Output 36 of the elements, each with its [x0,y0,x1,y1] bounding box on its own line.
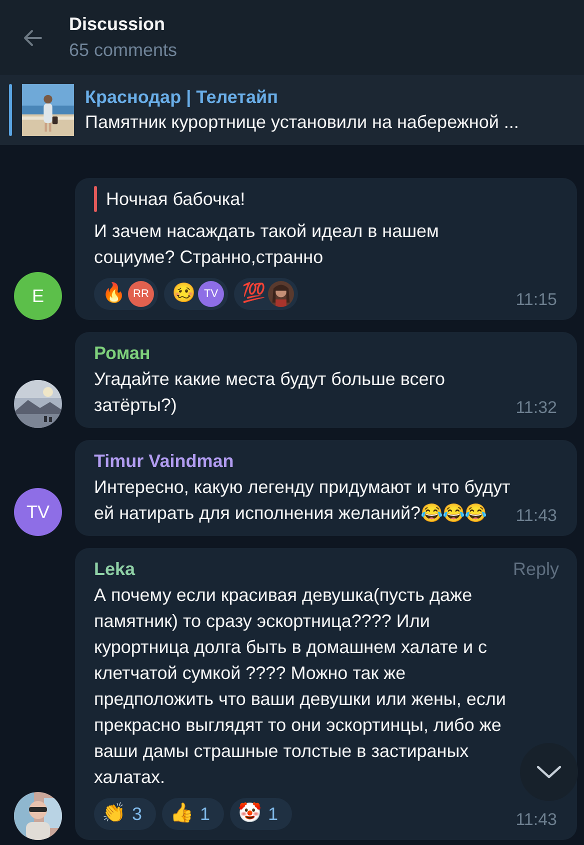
reaction-chip[interactable]: 💯 [234,278,298,310]
message-time: 11:15 [516,288,557,310]
window-title: Discussion [69,12,166,36]
reaction-emoji: 🥴 [172,282,196,306]
message-text: А почему если красивая девушка(пусть даже памятник) то сразу эскортница???? Или курортница долга быть в домашнем халате и с клетчатой сумкой ???? Можно так же предположить что ваши девушки или жены, если прекрасно выглядят то они эскортинцы, либо же ваши дамы страшные толстые в застираных халатах. [94,584,507,789]
channel-name: Краснодар | Телетайп [85,86,279,109]
author-name[interactable]: Leka [94,556,136,582]
reaction-emoji: 👍 [170,802,194,826]
reaction-chip[interactable]: 👍 1 [162,798,224,830]
message-time: 11:43 [516,504,557,526]
message-text: Интересно, какую легенду придумают и что будут ей натирать для исполнения желаний?😂😂😂 [94,476,512,525]
message-text: Угадайте какие места будут больше всего затёрты?) [94,368,446,417]
reaction-chip[interactable]: 🥴 TV [164,278,228,310]
message-time: 11:43 [516,808,557,830]
avatar[interactable]: RR [128,281,154,307]
post-preview: Памятник курортнице установили на набережной ... [85,111,519,134]
message-time: 11:32 [516,396,557,418]
author-name[interactable]: Timur Vaindman [94,448,234,474]
chevron-down-icon [536,765,562,779]
message-text: И зачем насаждать такой идеал в нашем социуме? Странно,странно [94,220,440,269]
reaction-emoji: 🤡 [238,802,262,826]
pinned-post[interactable]: Краснодар | Телетайп Памятник курортнице установили на набережной ... [0,75,584,145]
author-name[interactable]: Роман [94,340,150,366]
avatar[interactable]: TV [198,281,224,307]
reaction-count: 1 [199,802,212,826]
comment-count: 65 comments [69,38,178,62]
quoted-text: Ночная бабочка! [106,188,246,211]
reaction-chip[interactable]: 🔥 RR [94,278,158,310]
avatar[interactable]: TV [14,488,62,536]
reaction-emoji: 👏 [102,802,126,826]
reaction-emoji: 💯 [242,282,266,306]
reaction-chip[interactable]: 👏 3 [94,798,156,830]
reaction-count: 3 [131,802,144,826]
reaction-count: 1 [267,802,280,826]
reaction-emoji: 🔥 [102,282,126,306]
reaction-chip[interactable]: 🤡 1 [230,798,292,830]
